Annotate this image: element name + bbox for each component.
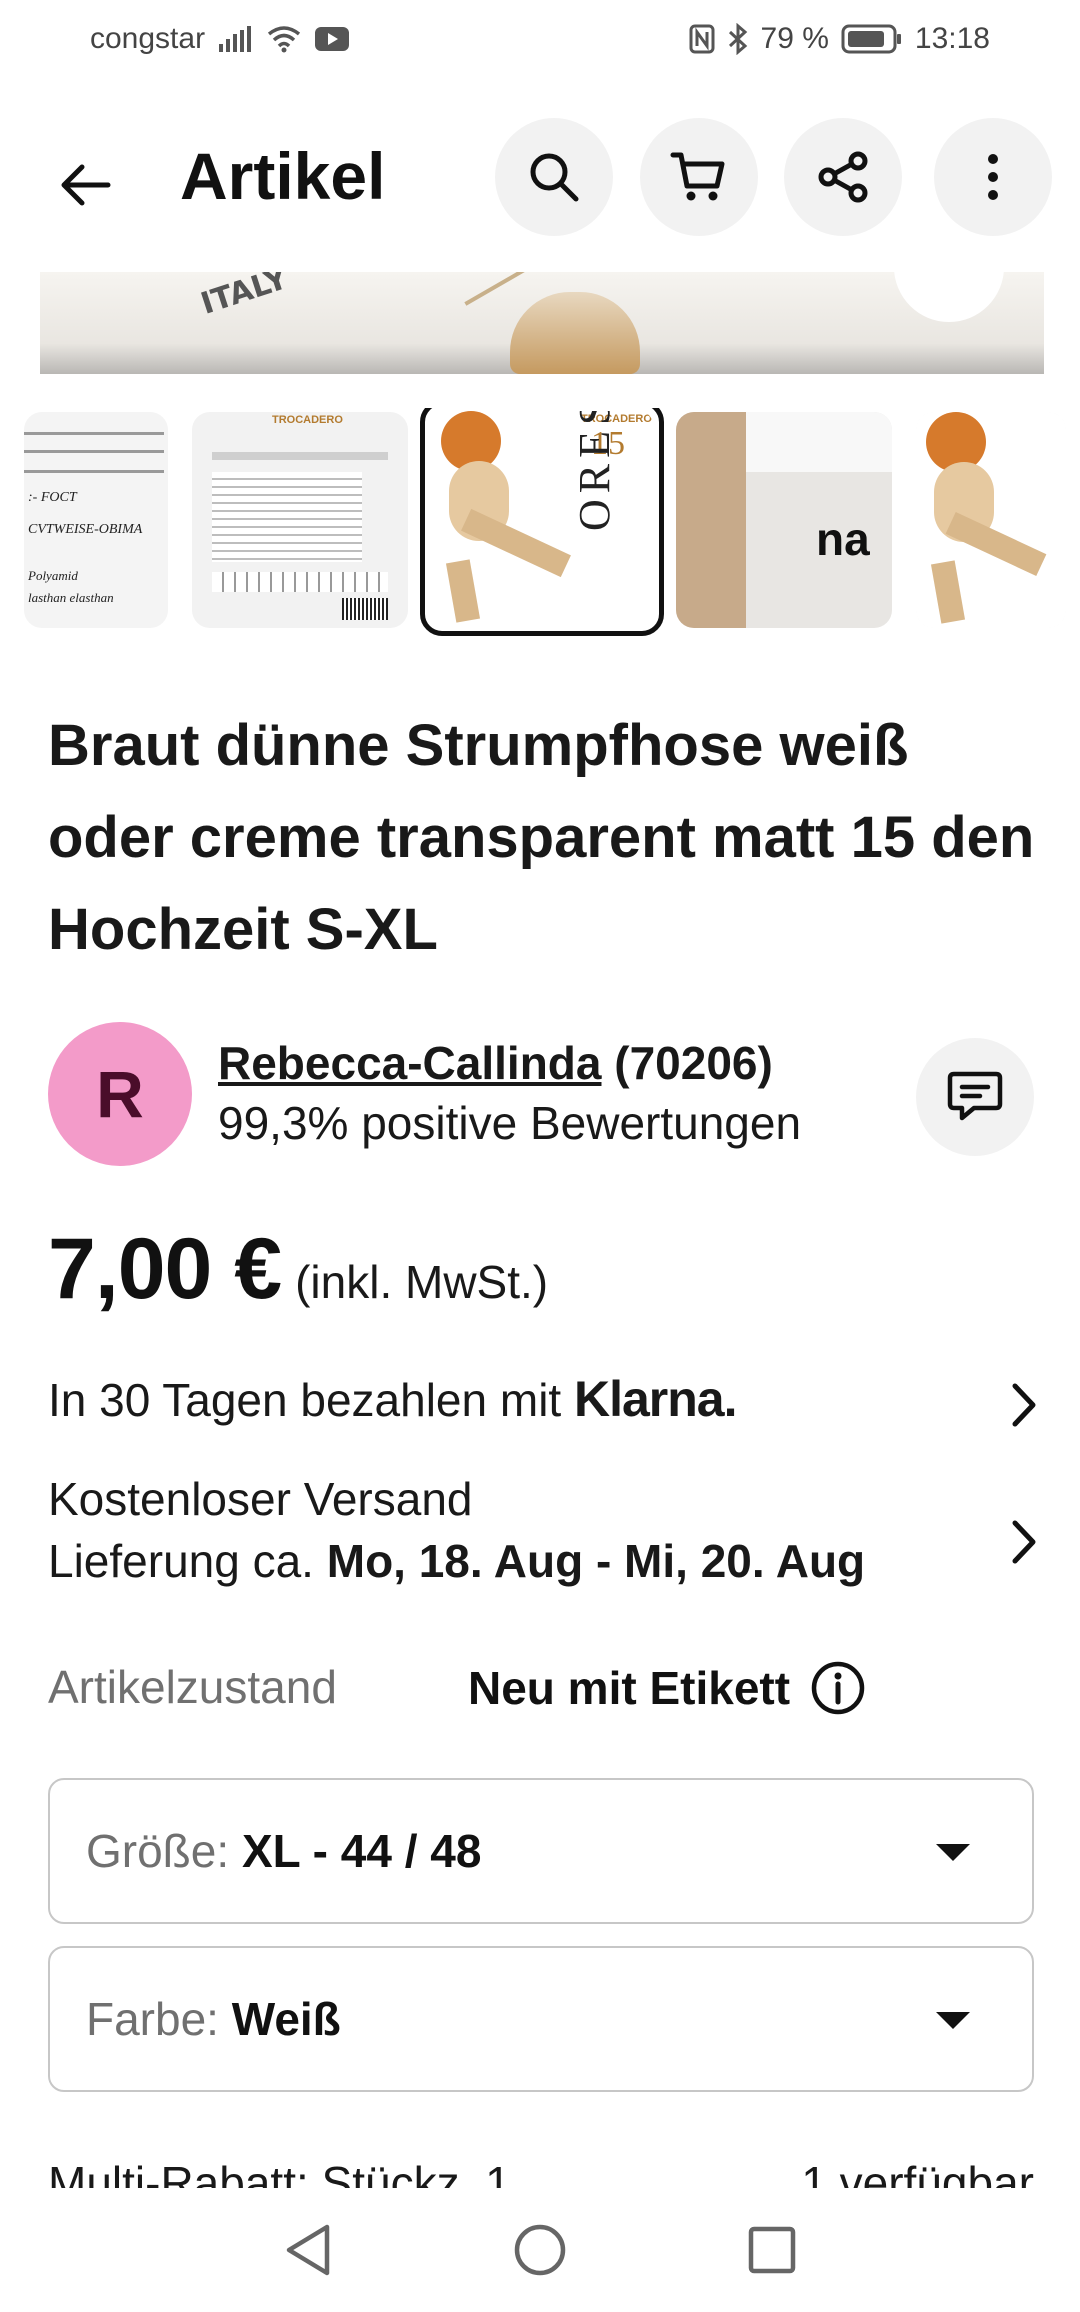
page-title: Artikel bbox=[180, 139, 386, 213]
nav-home-button[interactable] bbox=[508, 2218, 572, 2282]
info-icon[interactable] bbox=[810, 1660, 866, 1716]
bluetooth-icon bbox=[728, 23, 747, 55]
image-text-italy: ITALY bbox=[196, 272, 292, 322]
chevron-down-icon bbox=[936, 1844, 970, 1861]
share-icon bbox=[818, 151, 868, 203]
seller-name-link[interactable]: Rebecca-Callinda bbox=[218, 1037, 601, 1089]
seller-section: R Rebecca-Callinda (70206) 99,3% positiv… bbox=[48, 1022, 1048, 1172]
clock: 13:18 bbox=[914, 22, 990, 55]
image-detail bbox=[510, 292, 640, 374]
color-select[interactable]: Farbe: Weiß bbox=[48, 1946, 1034, 2092]
carrier-label: congstar bbox=[90, 22, 206, 55]
search-button[interactable] bbox=[495, 118, 613, 236]
nav-recents-button[interactable] bbox=[740, 2218, 804, 2282]
more-vert-icon bbox=[988, 154, 998, 200]
app-bar: Artikel bbox=[0, 110, 1080, 250]
thumbnail-5[interactable] bbox=[916, 412, 1066, 628]
condition-label: Artikelzustand bbox=[48, 1661, 337, 1713]
seller-name-line: Rebecca-Callinda (70206) bbox=[218, 1036, 773, 1090]
back-arrow-icon bbox=[61, 164, 111, 206]
klarna-text: In 30 Tagen bezahlen mit bbox=[48, 1374, 562, 1426]
message-icon bbox=[947, 1071, 1003, 1121]
klarna-row[interactable]: In 30 Tagen bezahlen mit Klarna. bbox=[48, 1370, 1038, 1440]
condition-value-text: Neu mit Etikett bbox=[468, 1662, 791, 1714]
signal-icon bbox=[219, 26, 252, 52]
battery-icon bbox=[841, 24, 901, 54]
chevron-down-icon bbox=[936, 2012, 970, 2029]
search-icon bbox=[530, 153, 579, 202]
seller-feedback: 99,3% positive Bewertungen bbox=[218, 1097, 802, 1149]
color-value: Weiß bbox=[231, 1993, 341, 2045]
color-label: Farbe: bbox=[86, 1993, 219, 2045]
thumbnail-2[interactable]: TROCADERO bbox=[192, 412, 408, 628]
thumbnail-4-text: na bbox=[816, 513, 870, 565]
youtube-icon bbox=[315, 27, 350, 51]
nfc-icon bbox=[689, 24, 715, 54]
delivery-dates: Mo, 18. Aug - Mi, 20. Aug bbox=[326, 1535, 866, 1587]
seller-rating-count: (70206) bbox=[614, 1037, 773, 1089]
thumbnail-3-brand: ORES bbox=[570, 411, 619, 531]
share-button[interactable] bbox=[784, 118, 902, 236]
main-product-image[interactable]: ITALY bbox=[40, 272, 1044, 374]
image-overlay-button bbox=[894, 272, 1004, 322]
nav-back-button[interactable] bbox=[276, 2218, 340, 2282]
back-button[interactable] bbox=[40, 140, 130, 230]
cart-button[interactable] bbox=[640, 118, 758, 236]
thumbnail-3-selected[interactable]: TROCADERO 15 ORES bbox=[420, 408, 664, 636]
price-row: 7,00 € (inkl. MwSt.) bbox=[48, 1220, 548, 1319]
seller-avatar[interactable]: R bbox=[48, 1022, 192, 1166]
nav-back-icon bbox=[286, 2224, 330, 2276]
delivery-prefix: Lieferung ca. bbox=[48, 1535, 314, 1587]
klarna-logo: Klarna. bbox=[573, 1371, 738, 1427]
nav-home-icon bbox=[514, 2224, 566, 2276]
nav-recents-icon bbox=[748, 2226, 796, 2274]
more-options-button[interactable] bbox=[934, 118, 1052, 236]
battery-percent: 79 % bbox=[760, 22, 829, 55]
status-bar: congstar 79 % 13:18 bbox=[0, 0, 1080, 84]
cart-icon bbox=[670, 152, 725, 201]
chevron-right-icon bbox=[1012, 1520, 1036, 1564]
shipping-cost: Kostenloser Versand bbox=[48, 1473, 473, 1525]
price-tax-note: (inkl. MwSt.) bbox=[295, 1256, 549, 1308]
size-select[interactable]: Größe: XL - 44 / 48 bbox=[48, 1778, 1034, 1924]
wifi-icon bbox=[267, 26, 301, 53]
price: 7,00 € bbox=[48, 1221, 282, 1317]
size-select-text: Größe: XL - 44 / 48 bbox=[86, 1824, 481, 1878]
system-navigation-bar bbox=[0, 2188, 1080, 2312]
delivery-estimate-line: Lieferung ca. Mo, 18. Aug - Mi, 20. Aug bbox=[48, 1534, 1038, 1588]
thumbnail-1[interactable]: :- FOCT CVTWEISE-OBIMA Polyamid lasthan … bbox=[24, 412, 168, 628]
size-value: XL - 44 / 48 bbox=[241, 1825, 482, 1877]
image-detail bbox=[464, 272, 536, 306]
size-label: Größe: bbox=[86, 1825, 230, 1877]
thumbnail-strip[interactable]: :- FOCT CVTWEISE-OBIMA Polyamid lasthan … bbox=[0, 408, 1080, 638]
contact-seller-button[interactable] bbox=[916, 1038, 1034, 1156]
item-title: Braut dünne Strumpfhose weiß oder creme … bbox=[48, 713, 1035, 962]
color-select-text: Farbe: Weiß bbox=[86, 1992, 341, 2046]
shipping-row[interactable]: Kostenloser Versand Lieferung ca. Mo, 18… bbox=[48, 1472, 1038, 1612]
condition-value[interactable]: Neu mit Etikett bbox=[468, 1660, 866, 1716]
thumbnail-2-text: TROCADERO bbox=[272, 414, 343, 426]
chevron-right-icon bbox=[1012, 1383, 1036, 1427]
thumbnail-4[interactable]: na bbox=[676, 412, 892, 628]
